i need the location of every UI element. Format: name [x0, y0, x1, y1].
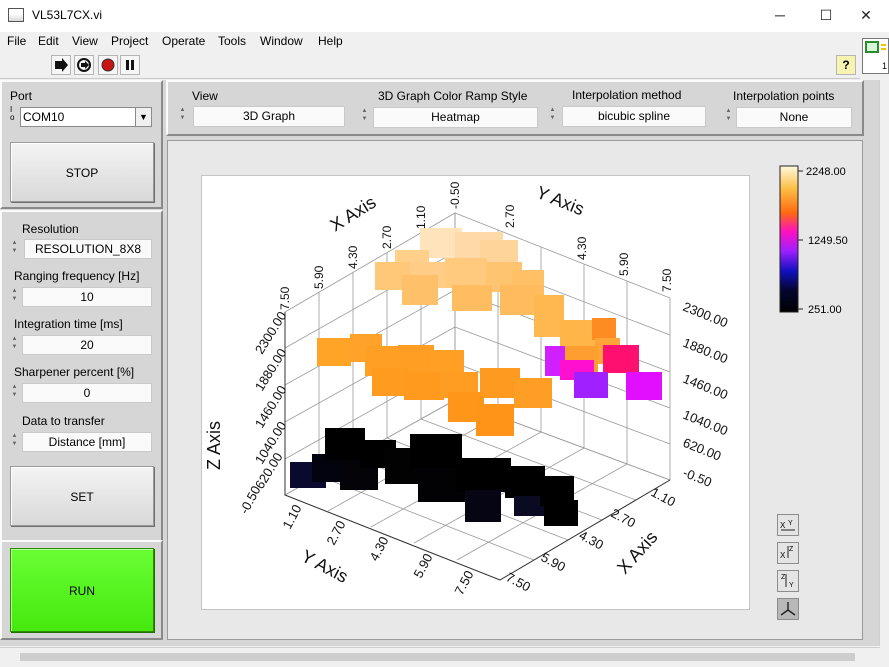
- ramp-max-label: 2248.00: [806, 166, 846, 178]
- tick-label: 1.10: [279, 502, 304, 531]
- svg-text:Z: Z: [781, 574, 786, 581]
- tick-label: 2300.00: [681, 299, 730, 331]
- tick-label: 5.90: [312, 265, 326, 289]
- tick-label: 1.10: [649, 484, 678, 509]
- svg-text:Z: Z: [789, 546, 794, 553]
- tick-label: -0.50: [448, 181, 462, 209]
- tick-label: 2300.00: [252, 309, 290, 357]
- svg-text:X: X: [780, 551, 786, 560]
- surface-cell: [402, 275, 438, 305]
- xz-plane-icon[interactable]: XZ: [777, 542, 799, 564]
- tick-label: 1.10: [414, 205, 428, 229]
- tick-label: 2.70: [609, 505, 638, 530]
- x-axis-title-top: X Axis: [327, 192, 380, 235]
- ramp-mid-label: 1249.50: [808, 235, 848, 247]
- tick-label: 4.30: [577, 527, 606, 552]
- surface-cell: [325, 428, 365, 460]
- tick-label: 7.50: [504, 569, 533, 594]
- tick-label: -0.50: [681, 465, 714, 490]
- x-axis-title-bottom: X Axis: [613, 527, 661, 578]
- tick-label: 7.50: [451, 568, 476, 597]
- color-ramp-legend: 2248.00 1249.50 251.00: [779, 165, 848, 316]
- tick-label: 620.00: [681, 435, 723, 464]
- tick-label: 2.70: [503, 204, 517, 228]
- surface-cell: [514, 496, 544, 516]
- tick-label: 4.30: [575, 236, 589, 260]
- color-ramp-bar: [779, 165, 799, 313]
- 3d-graph-svg: X Axis Y Axis Z Axis Y Axis X Axis 7.50 …: [204, 165, 848, 597]
- y-axis-title-top: Y Axis: [534, 182, 588, 219]
- tick-label: 7.50: [278, 286, 292, 310]
- vertical-scrollbar[interactable]: [879, 80, 889, 646]
- tick-label: 2.70: [323, 518, 348, 547]
- surface-cell: [452, 285, 492, 311]
- surface-cell: [534, 295, 564, 337]
- surface-cell: [574, 372, 608, 398]
- y-axis-title-bottom: Y Axis: [298, 546, 351, 587]
- ramp-min-label: 251.00: [808, 304, 842, 316]
- scrollbar-thumb[interactable]: [20, 653, 855, 661]
- tick-label: 7.50: [660, 268, 674, 292]
- tick-label: 4.30: [346, 245, 360, 269]
- surface-cell: [626, 372, 662, 400]
- surface-cell: [603, 345, 639, 373]
- surface-cell: [410, 434, 462, 468]
- tick-label: 2.70: [380, 225, 394, 249]
- svg-text:Y: Y: [789, 582, 794, 589]
- svg-text:Y: Y: [788, 520, 793, 527]
- tick-label: 5.90: [410, 551, 435, 580]
- tick-label: -0.50: [236, 483, 263, 516]
- tick-label: 1460.00: [681, 371, 730, 403]
- surface-cell: [465, 490, 501, 522]
- surface-cell: [455, 458, 511, 492]
- surface-cell: [317, 338, 351, 366]
- horizontal-scrollbar[interactable]: [0, 647, 880, 667]
- surface-cell: [404, 372, 444, 400]
- surface-cell: [544, 500, 578, 526]
- yz-plane-icon[interactable]: ZY: [777, 570, 799, 592]
- surface-cell: [476, 404, 514, 436]
- surface-cell: [514, 378, 552, 408]
- tick-label: 1880.00: [681, 335, 730, 367]
- surface-cell: [445, 258, 487, 288]
- tick-label: 4.30: [366, 534, 391, 563]
- xy-plane-icon[interactable]: XY: [777, 514, 799, 536]
- surface-cell: [372, 368, 408, 396]
- tick-label: 5.90: [617, 252, 631, 276]
- tick-label: 1040.00: [681, 407, 730, 439]
- projection-icon[interactable]: [777, 598, 799, 620]
- surface-cell: [505, 466, 545, 498]
- z-axis-title: Z Axis: [204, 421, 224, 470]
- surface-cell: [592, 318, 616, 340]
- tick-label: 5.90: [539, 549, 568, 574]
- svg-text:X: X: [780, 521, 786, 530]
